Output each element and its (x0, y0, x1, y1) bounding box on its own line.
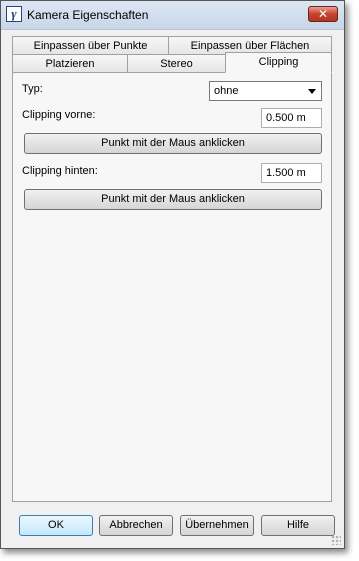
hinten-pick-button[interactable]: Punkt mit der Maus anklicken (24, 189, 322, 210)
tab-stereo[interactable]: Stereo (127, 54, 226, 73)
ok-button[interactable]: OK (19, 515, 93, 536)
close-icon: ✕ (317, 7, 329, 21)
title-bar[interactable]: γ Kamera Eigenschaften ✕ (1, 1, 344, 30)
chevron-down-icon (308, 89, 316, 94)
clipping-vorne-label: Clipping vorne: (22, 109, 96, 121)
clipping-vorne-field[interactable]: 0.500 m (261, 108, 322, 128)
clipping-hinten-label: Clipping hinten: (22, 165, 98, 177)
cancel-button[interactable]: Abbrechen (99, 515, 173, 536)
tab-clipping[interactable]: Clipping (225, 52, 332, 73)
tab-einpassen-punkte[interactable]: Einpassen über Punkte (12, 36, 169, 55)
clipping-panel: Typ: ohne Clipping vorne: 0.500 m Punkt … (12, 72, 332, 502)
typ-select[interactable]: ohne (209, 81, 322, 101)
resize-grip[interactable] (331, 535, 341, 545)
help-button[interactable]: Hilfe (261, 515, 335, 536)
close-button[interactable]: ✕ (308, 6, 338, 22)
tab-platzieren[interactable]: Platzieren (12, 54, 128, 73)
apply-button[interactable]: Übernehmen (180, 515, 254, 536)
vorne-pick-button[interactable]: Punkt mit der Maus anklicken (24, 133, 322, 154)
app-logo-icon: γ (6, 6, 22, 22)
typ-select-value: ohne (214, 85, 239, 97)
clipping-hinten-field[interactable]: 1.500 m (261, 163, 322, 183)
dialog-window: γ Kamera Eigenschaften ✕ Einpassen über … (0, 0, 345, 549)
typ-label: Typ: (22, 83, 43, 95)
window-title: Kamera Eigenschaften (27, 8, 149, 22)
